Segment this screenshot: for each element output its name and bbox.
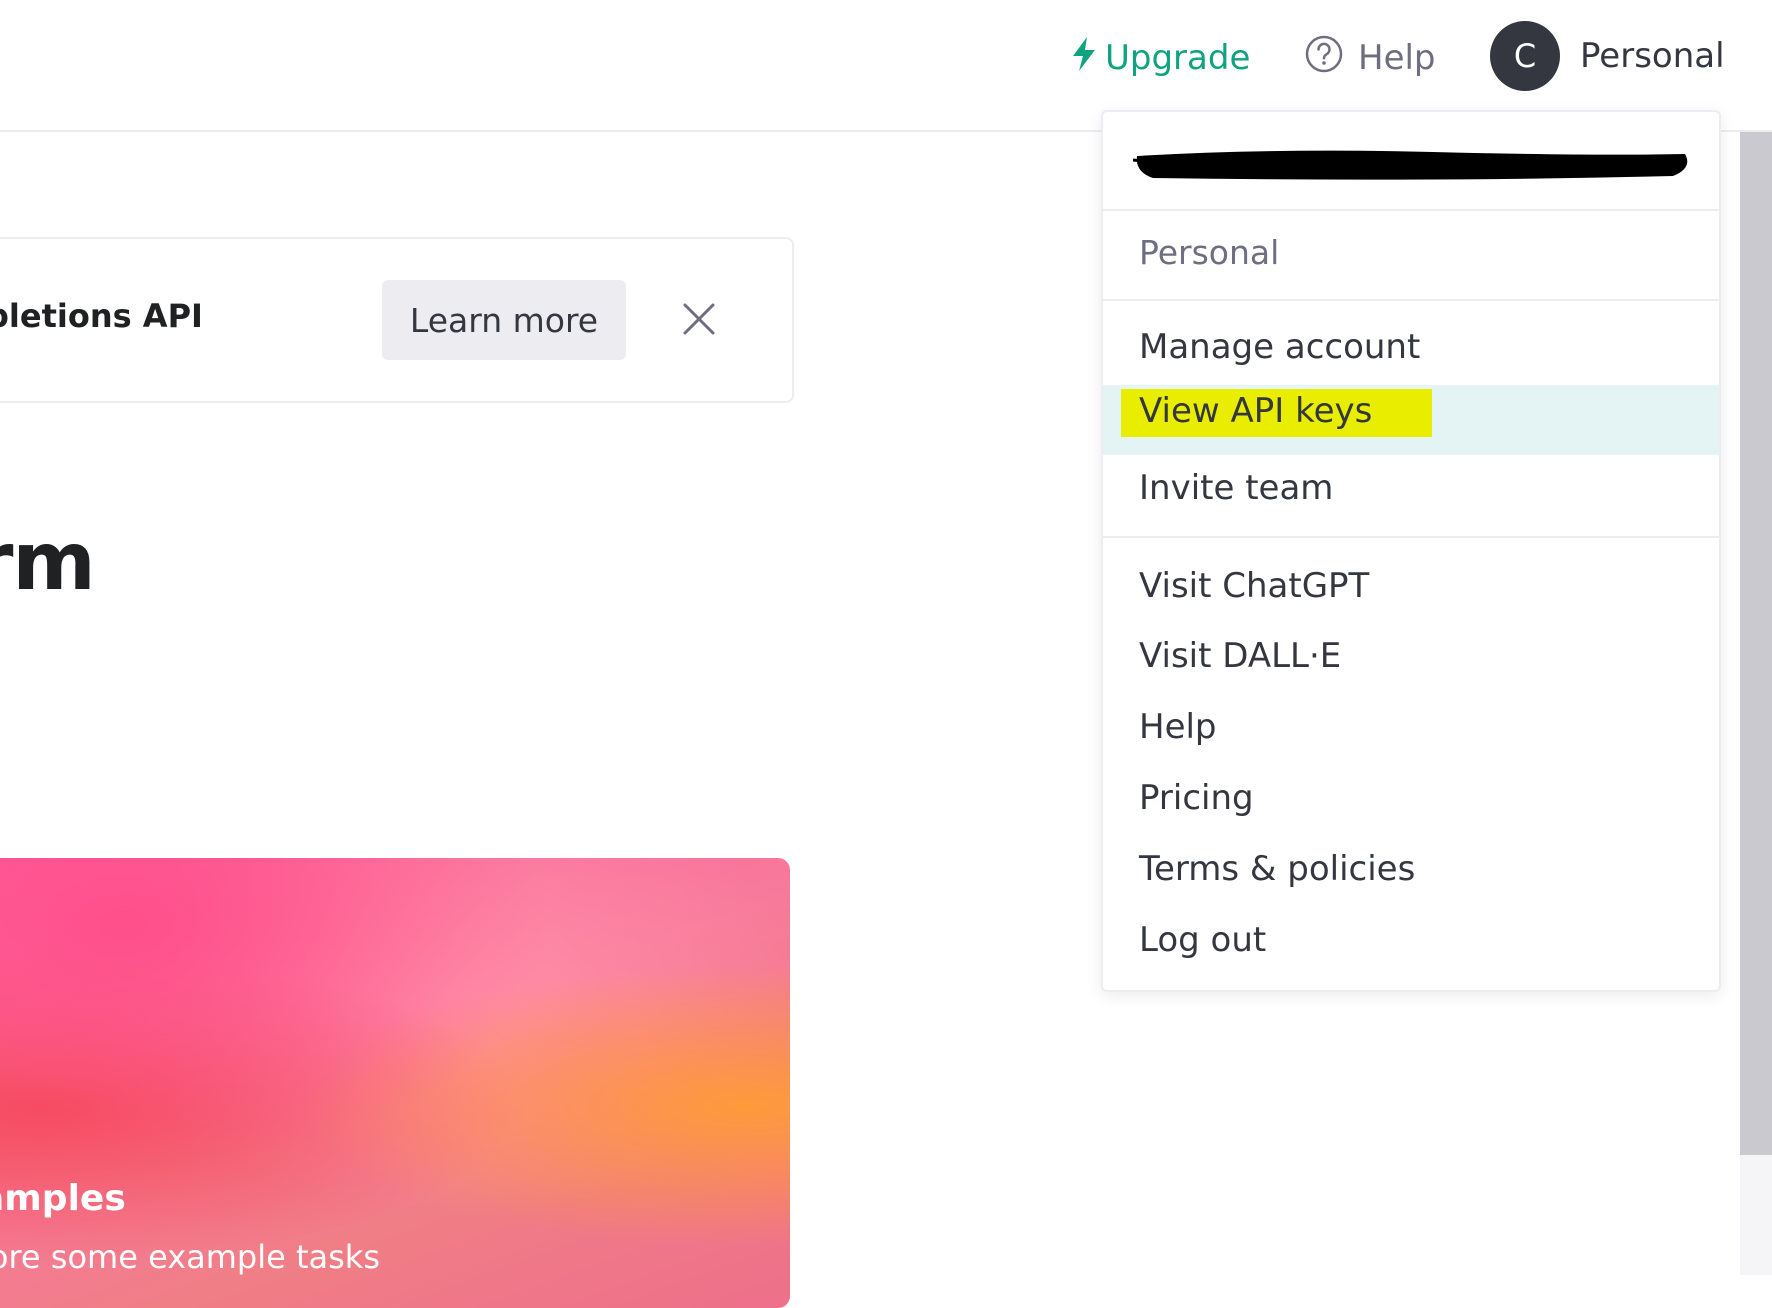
menu-item-log-out[interactable]: Log out: [1103, 908, 1719, 978]
menu-item-visit-chatgpt[interactable]: Visit ChatGPT: [1103, 554, 1719, 624]
upgrade-link[interactable]: Upgrade: [1071, 34, 1250, 82]
menu-item-help[interactable]: Help: [1103, 695, 1719, 765]
menu-item-label: Invite team: [1139, 468, 1334, 508]
account-dropdown: Personal Manage account View API keys In…: [1101, 110, 1721, 992]
menu-divider: [1103, 536, 1719, 538]
card-title: amples: [0, 1178, 126, 1219]
card-subtitle: lore some example tasks: [0, 1238, 380, 1276]
close-icon[interactable]: [677, 297, 721, 341]
menu-item-pricing[interactable]: Pricing: [1103, 766, 1719, 836]
menu-item-label: Visit DALL·E: [1139, 636, 1342, 676]
help-circle-icon: [1304, 34, 1344, 83]
redaction-mark: [1133, 150, 1688, 180]
menu-item-terms-policies[interactable]: Terms & policies: [1103, 837, 1719, 907]
page-title: orm: [0, 515, 96, 608]
avatar: C: [1490, 21, 1560, 91]
menu-item-label: Terms & policies: [1139, 849, 1416, 889]
account-label: Personal: [1580, 36, 1725, 76]
examples-card[interactable]: amples lore some example tasks: [0, 858, 790, 1308]
help-link[interactable]: Help: [1304, 34, 1436, 82]
account-menu-button[interactable]: C Personal: [1490, 20, 1725, 92]
menu-item-visit-dalle[interactable]: Visit DALL·E: [1103, 624, 1719, 694]
org-label-row: Personal: [1103, 211, 1719, 301]
banner-text: pletions API: [0, 297, 203, 335]
menu-item-manage-account[interactable]: Manage account: [1103, 315, 1719, 385]
scrollbar-thumb[interactable]: [1740, 132, 1772, 1155]
help-label: Help: [1358, 38, 1436, 78]
menu-item-label: Visit ChatGPT: [1139, 566, 1370, 606]
menu-item-label: Help: [1139, 707, 1217, 747]
menu-item-view-api-keys[interactable]: View API keys: [1103, 385, 1719, 455]
menu-item-invite-team[interactable]: Invite team: [1103, 456, 1719, 526]
announcement-banner: pletions API Learn more: [0, 237, 794, 403]
upgrade-label: Upgrade: [1105, 38, 1251, 78]
menu-item-label: Manage account: [1139, 327, 1421, 367]
menu-item-label: View API keys: [1121, 389, 1433, 437]
menu-item-label: Pricing: [1139, 778, 1254, 818]
org-label: Personal: [1139, 233, 1280, 272]
account-email-redacted: [1103, 112, 1719, 211]
menu-item-label: Log out: [1139, 920, 1267, 960]
bolt-icon: [1071, 36, 1097, 80]
learn-more-button[interactable]: Learn more: [382, 280, 626, 360]
